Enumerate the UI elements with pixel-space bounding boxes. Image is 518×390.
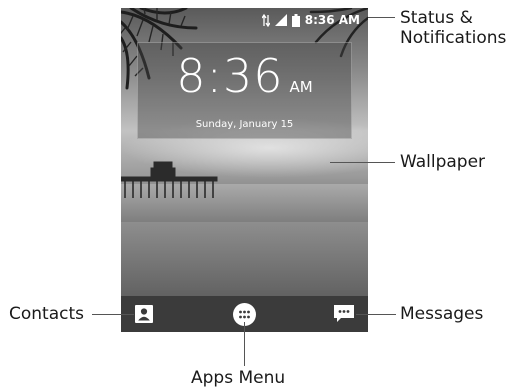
status-callout-label: Status & Notifications [400,8,506,48]
battery-icon [291,13,300,27]
wallpaper-callout-line [330,162,395,163]
signal-icon [274,14,287,26]
clock-time: 8:36 AM [138,49,351,103]
messages-callout-label: Messages [400,304,484,324]
sync-icon [261,13,270,27]
contacts-callout-line [92,314,134,315]
clock-digits: 8:36 [176,49,284,103]
pier [121,161,218,198]
clock-widget[interactable]: 8:36 AM Sunday, January 15 [137,42,352,139]
status-time: 8:36 AM [304,13,360,27]
messages-icon[interactable] [333,304,355,323]
status-callout-line [368,17,395,18]
clock-ampm: AM [289,78,313,96]
contacts-callout-label: Contacts [9,304,84,324]
apps-menu-callout-line [244,322,245,366]
status-bar[interactable]: 8:36 AM [121,8,368,32]
contacts-icon[interactable] [135,305,153,323]
status-callout-line2: Notifications [400,28,507,48]
apps-menu-callout-label: Apps Menu [191,368,286,388]
messages-callout-line [356,314,396,315]
clock-date: Sunday, January 15 [195,119,294,130]
status-callout-line1: Status & [400,8,473,28]
wallpaper-callout-label: Wallpaper [400,152,486,172]
phone-screen: 8:36 AM 8:36 AM Sunday, January 15 [121,8,368,332]
